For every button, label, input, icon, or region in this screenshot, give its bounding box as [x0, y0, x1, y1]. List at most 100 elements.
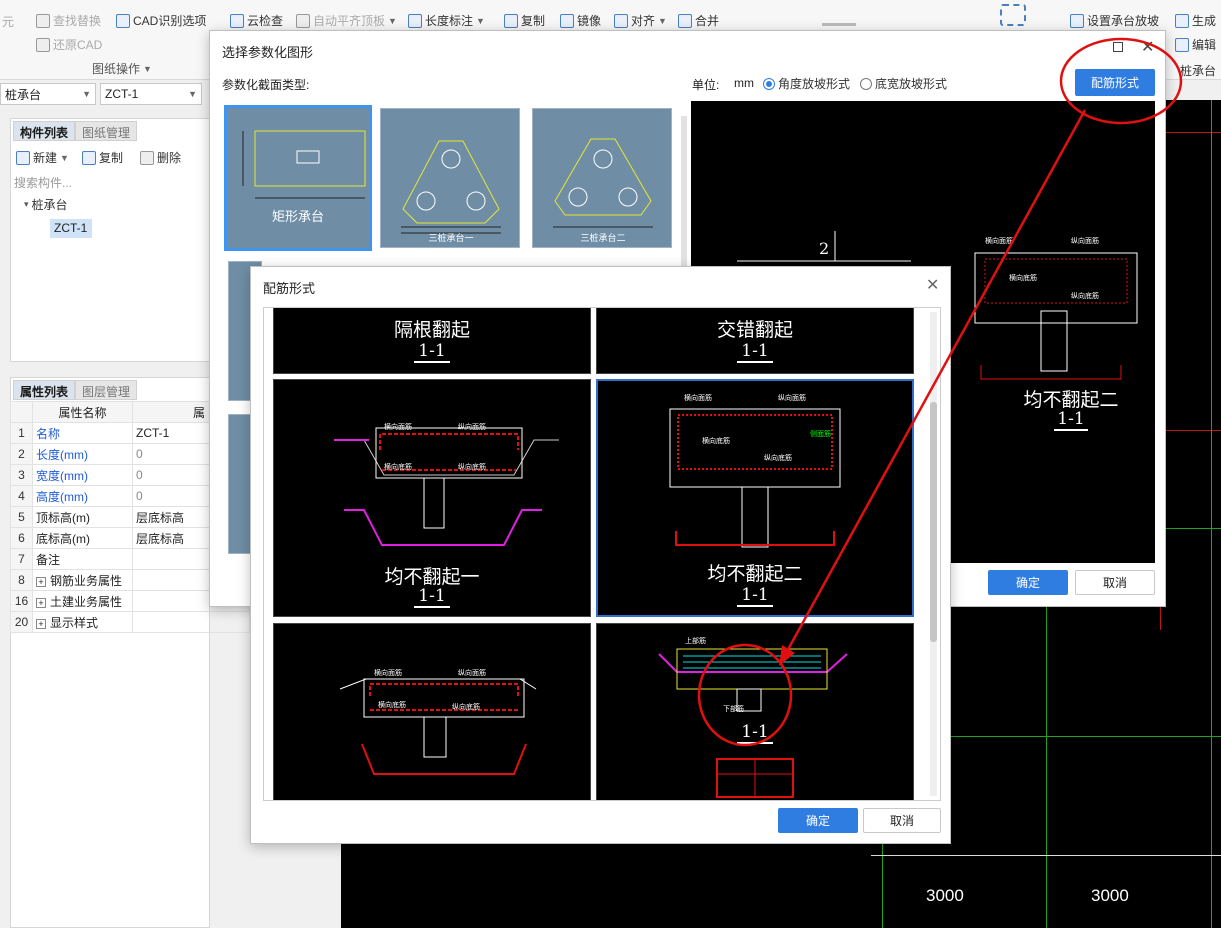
- property-name: 高度(mm): [32, 485, 133, 507]
- maximize-icon[interactable]: [1113, 42, 1123, 52]
- property-name-text: 名称: [36, 426, 61, 441]
- cad-dim-line: [871, 855, 1221, 856]
- thumb-label: 三桩承台一: [428, 233, 474, 243]
- expand-plus-icon[interactable]: +: [36, 597, 46, 608]
- set-slope-button[interactable]: 设置承台放坡: [1070, 12, 1159, 29]
- type-select[interactable]: 桩承台 ▼: [0, 83, 96, 105]
- three-pile-drawing: [553, 138, 653, 228]
- label-top-y: 纵向面筋: [458, 424, 486, 431]
- cell-section-label: 1-1: [737, 585, 773, 607]
- rebar-cell-skip-lift[interactable]: 隔根翻起 1-1: [273, 308, 591, 374]
- thumb-three-pile-1[interactable]: 三桩承台一: [380, 108, 520, 248]
- generate-icon: [1175, 13, 1189, 28]
- property-value[interactable]: [132, 611, 250, 633]
- align-top-icon: [296, 13, 310, 28]
- select-region-icon[interactable]: [1000, 4, 1026, 26]
- rebar-cell-slope[interactable]: 横向面筋 纵向面筋 横向底筋 纵向底筋: [273, 623, 591, 800]
- search-model-icon[interactable]: [822, 2, 856, 26]
- edit-icon: [1175, 37, 1189, 52]
- mirror-button[interactable]: 镜像: [560, 12, 601, 29]
- copy-component-button[interactable]: 复制: [82, 149, 123, 166]
- drawing-ops-group[interactable]: 图纸操作 ▼: [92, 60, 152, 77]
- property-name: 备注: [32, 548, 133, 570]
- radio-width-slope[interactable]: 底宽放坡形式: [860, 75, 947, 92]
- search-input[interactable]: 搜索构件...: [12, 171, 208, 191]
- rect-cap-drawing: [242, 130, 366, 199]
- rebar-grid-scrollbar[interactable]: [930, 312, 937, 796]
- unit-label: 单位:: [692, 78, 720, 92]
- rebar-form-button[interactable]: 配筋形式: [1075, 69, 1155, 96]
- tab-drawing-mgmt[interactable]: 图纸管理: [75, 121, 138, 141]
- label-top-main: 上部筋: [685, 638, 706, 645]
- expand-plus-icon[interactable]: +: [36, 576, 46, 587]
- preview-section: 1-1: [991, 409, 1151, 431]
- label-top-y: 纵向面筋: [778, 395, 806, 402]
- auto-align-button[interactable]: 自动平齐顶板 ▼: [296, 12, 397, 29]
- property-name-text: 顶标高(m): [36, 510, 90, 525]
- tab-property-list[interactable]: 属性列表: [13, 380, 76, 400]
- row-number: 8: [10, 569, 33, 591]
- cell-section-label: 1-1: [737, 722, 773, 744]
- header-name: 属性名称: [32, 401, 133, 423]
- item-select[interactable]: ZCT-1 ▼: [100, 83, 202, 105]
- dialog2-title: 配筋形式: [263, 281, 316, 296]
- expand-plus-icon[interactable]: +: [36, 618, 46, 629]
- property-name-text: 钢筋业务属性: [50, 573, 123, 588]
- align-button[interactable]: 对齐 ▼: [614, 12, 667, 29]
- thumb-label: 矩形承台: [271, 209, 324, 224]
- tree-item-zct1[interactable]: ZCT-1: [50, 219, 92, 238]
- component-tabs: 构件列表 图纸管理: [13, 121, 138, 141]
- close-icon[interactable]: ✕: [1141, 37, 1154, 57]
- dialog2-ok-button[interactable]: 确定: [778, 808, 858, 833]
- preview-section-label: 1-1: [1054, 409, 1088, 431]
- label-bot-y: 纵向底筋: [458, 464, 486, 471]
- generate-button[interactable]: 生成: [1175, 12, 1216, 29]
- rebar-cell-staggered-lift[interactable]: 交错翻起 1-1: [596, 308, 914, 374]
- preview-caption: 均不翻起二: [1023, 389, 1119, 411]
- rebar-cell-with-side-bars[interactable]: 上部筋 下部筋 1-1: [596, 623, 914, 800]
- scrollbar-thumb[interactable]: [930, 402, 937, 642]
- radio-angle-slope[interactable]: 角度放坡形式: [763, 75, 850, 92]
- chevron-down-icon: ▼: [60, 152, 69, 163]
- copy-ribbon-button[interactable]: 复制: [504, 12, 545, 29]
- row-number: 20: [10, 611, 33, 633]
- restore-cad-button[interactable]: 还原CAD: [36, 36, 102, 53]
- label-bot-main: 下部筋: [723, 706, 744, 713]
- copy-icon: [504, 13, 518, 28]
- rebar-cell-no-lift-2[interactable]: 横向面筋 纵向面筋 横向底筋 纵向底筋 侧面筋 均不翻起二 1-1: [596, 379, 914, 617]
- delete-button[interactable]: 删除: [140, 149, 181, 166]
- preview-label-top-x: 横向面筋: [985, 238, 1013, 245]
- property-row[interactable]: 20 + 显示样式: [10, 611, 250, 633]
- close-icon[interactable]: ✕: [926, 275, 939, 295]
- edit-button[interactable]: 编辑: [1175, 36, 1216, 53]
- slope-icon: [1070, 13, 1084, 28]
- label-top-x: 横向面筋: [374, 670, 402, 677]
- label-top-x: 横向面筋: [384, 424, 412, 431]
- cad-options-button[interactable]: CAD识别选项: [116, 12, 206, 29]
- tab-layer-mgmt[interactable]: 图层管理: [75, 380, 138, 400]
- row-number: 5: [10, 506, 33, 528]
- thumb-three-pile-2[interactable]: 三桩承台二: [532, 108, 672, 248]
- thumb-rect-cap[interactable]: 矩形承台: [224, 105, 372, 251]
- rebar-drawing: [658, 648, 848, 798]
- label-bot-y: 纵向底筋: [452, 704, 480, 711]
- ribbon-edge-label: 元: [2, 15, 15, 29]
- new-button[interactable]: 新建 ▼: [16, 149, 69, 166]
- rebar-cell-no-lift-1[interactable]: 横向面筋 纵向面筋 横向底筋 纵向底筋 均不翻起一 1-1: [273, 379, 591, 617]
- label-side: 侧面筋: [810, 431, 831, 438]
- tree-expand-icon: ▾: [24, 199, 29, 209]
- merge-button[interactable]: 合并: [678, 12, 719, 29]
- tab-component-list[interactable]: 构件列表: [13, 121, 76, 141]
- find-replace-button[interactable]: 查找替换: [36, 12, 101, 29]
- tree-root[interactable]: ▾ 桩承台: [24, 196, 68, 213]
- radio-unchecked-icon: [860, 77, 872, 90]
- dialog2-cancel-button[interactable]: 取消: [863, 808, 941, 833]
- property-name: + 土建业务属性: [32, 590, 133, 612]
- dialog1-cancel-button[interactable]: 取消: [1075, 570, 1155, 595]
- property-name: 名称: [32, 422, 133, 444]
- dialog1-ok-button[interactable]: 确定: [988, 570, 1068, 595]
- length-mark-button[interactable]: 长度标注 ▼: [408, 12, 485, 29]
- cloud-check-button[interactable]: 云检查: [230, 12, 283, 29]
- property-name-text: 长度(mm): [36, 447, 88, 462]
- cell-section-label: 1-1: [414, 341, 450, 363]
